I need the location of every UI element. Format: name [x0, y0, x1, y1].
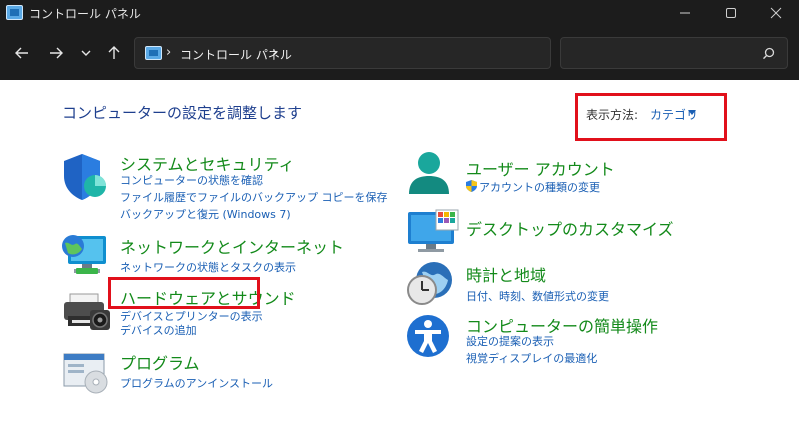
- view-by-label: 表示方法:: [586, 108, 639, 122]
- program-disc-icon[interactable]: [62, 350, 110, 394]
- link-change-account-type-label: アカウントの種類の変更: [479, 181, 600, 194]
- address-toolbar: › コントロール パネル ›: [0, 26, 799, 80]
- forward-button[interactable]: [42, 39, 70, 67]
- search-icon[interactable]: [762, 47, 775, 60]
- window-title: コントロール パネル: [29, 7, 141, 21]
- category-clock-region[interactable]: 時計と地域: [466, 262, 546, 286]
- arrow-up-icon: [108, 46, 120, 59]
- link-change-date-time-format[interactable]: 日付、時刻、数値形式の変更: [466, 288, 609, 304]
- category-programs[interactable]: プログラム: [120, 350, 200, 374]
- uac-shield-icon: [466, 180, 477, 192]
- link-uninstall-program[interactable]: プログラムのアンインストール: [120, 375, 273, 391]
- minimize-icon: [680, 12, 690, 14]
- link-network-status[interactable]: ネットワークの状態とタスクの表示: [120, 259, 296, 275]
- category-user-accounts[interactable]: ユーザー アカウント: [466, 156, 615, 180]
- shield-icon[interactable]: [62, 152, 108, 202]
- hardware-sound-highlight-box: [108, 277, 260, 309]
- search-field[interactable]: [560, 37, 788, 69]
- maximize-icon: [726, 8, 736, 18]
- close-icon: [770, 7, 782, 19]
- arrow-left-icon: [15, 47, 28, 59]
- control-panel-icon: [145, 46, 162, 60]
- view-by-highlight-box: 表示方法: カテゴリ: [575, 93, 727, 141]
- clock-globe-icon[interactable]: [404, 260, 456, 308]
- breadcrumb-separator[interactable]: ›: [272, 45, 277, 60]
- link-file-history-backup[interactable]: ファイル履歴でファイルのバックアップ コピーを保存: [120, 189, 388, 205]
- maximize-button[interactable]: [708, 0, 754, 26]
- up-button[interactable]: [100, 39, 128, 67]
- back-button[interactable]: [8, 39, 36, 67]
- link-backup-restore[interactable]: バックアップと復元 (Windows 7): [120, 206, 291, 222]
- page-title: コンピューターの設定を調整します: [62, 104, 303, 122]
- category-network-internet[interactable]: ネットワークとインターネット: [120, 234, 344, 258]
- chevron-down-icon: [81, 50, 91, 56]
- desktop-monitor-icon[interactable]: [406, 208, 460, 254]
- category-desktop-customization[interactable]: デスクトップのカスタマイズ: [466, 216, 674, 240]
- link-check-computer-status[interactable]: コンピューターの状態を確認: [120, 172, 263, 188]
- user-icon[interactable]: [406, 150, 454, 200]
- link-change-account-type[interactable]: アカウントの種類の変更: [466, 179, 600, 195]
- close-button[interactable]: [753, 0, 799, 26]
- accessibility-icon[interactable]: [406, 313, 454, 361]
- caret-down-icon[interactable]: [688, 110, 696, 115]
- arrow-right-icon: [50, 47, 63, 59]
- globe-monitor-icon[interactable]: [60, 230, 110, 278]
- search-input[interactable]: [567, 44, 747, 64]
- title-bar: コントロール パネル: [0, 0, 799, 26]
- address-field[interactable]: › コントロール パネル ›: [134, 37, 664, 69]
- link-optimize-visual-display[interactable]: 視覚ディスプレイの最適化: [466, 350, 597, 366]
- minimize-button[interactable]: [662, 0, 708, 26]
- printer-icon[interactable]: [60, 290, 112, 334]
- breadcrumb-separator: ›: [166, 45, 172, 60]
- control-panel-icon: [6, 5, 23, 20]
- link-add-device[interactable]: デバイスの追加: [120, 322, 197, 338]
- link-suggested-settings[interactable]: 設定の提案の表示: [466, 333, 554, 349]
- recent-locations-button[interactable]: [72, 39, 100, 67]
